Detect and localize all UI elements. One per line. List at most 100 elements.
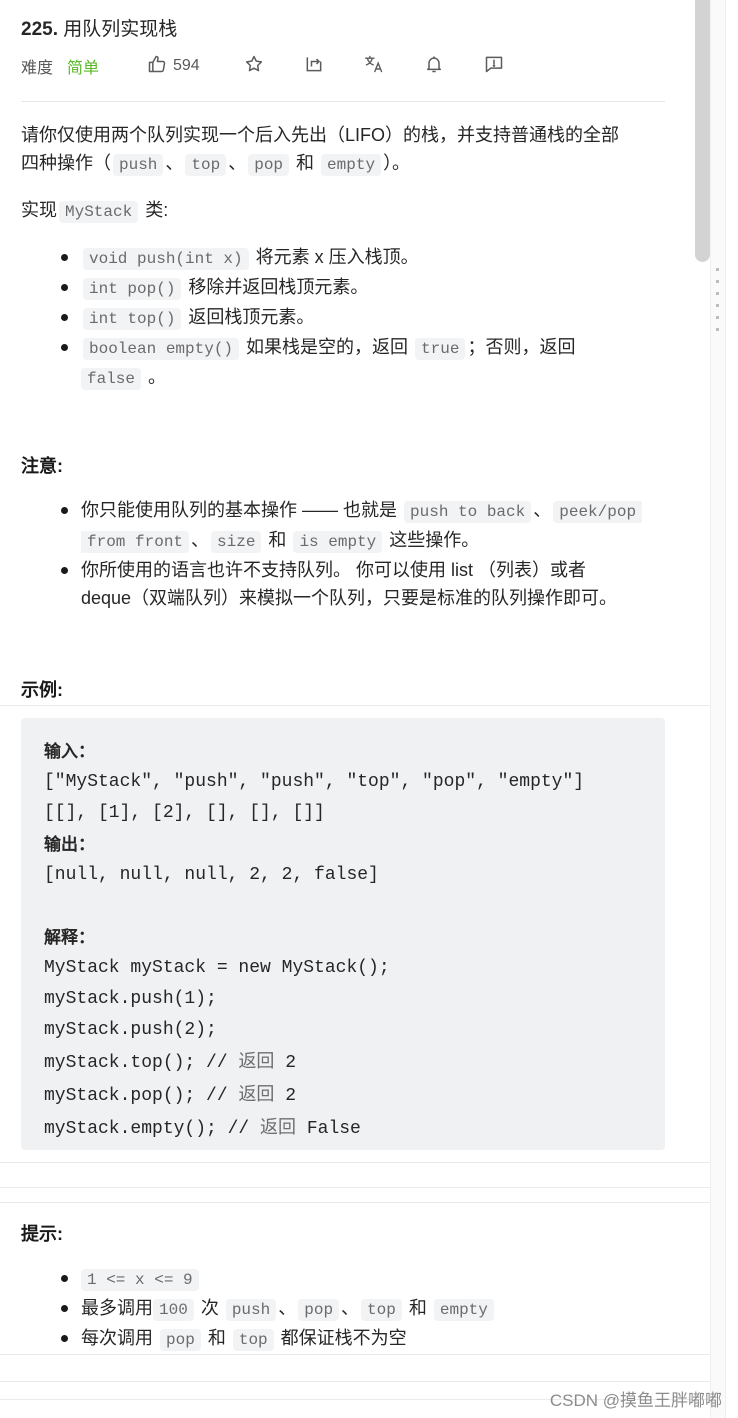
list-item: 最多调用 100 次 push、 pop、 top 和 empty	[21, 1294, 681, 1324]
section-divider	[0, 1381, 710, 1382]
intro-line-2: 四种操作（ push、 top、 pop 和 empty）。	[21, 149, 681, 179]
conjunction: 和	[291, 153, 320, 173]
input-label: 输入：	[44, 742, 95, 761]
section-divider	[0, 1162, 710, 1163]
inline-code: top	[232, 1329, 274, 1351]
code-line: myStack.empty(); // 返回 False	[44, 1112, 642, 1145]
list-item: boolean empty() 如果栈是空的，返回 true ；否则，返回 fals…	[21, 333, 621, 393]
section-divider	[0, 705, 710, 706]
method-list: void push(int x) 将元素 x 压入栈顶。 int pop() 移…	[21, 243, 621, 393]
list-item: int top() 返回栈顶元素。	[21, 303, 621, 333]
conjunction: 和	[263, 530, 292, 550]
problem-meta-bar: 难度 简单 594	[21, 54, 665, 78]
code-text: myStack.push(1);	[44, 989, 217, 1009]
code-line: myStack.push(2);	[44, 1015, 642, 1046]
list-item: void push(int x) 将元素 x 压入栈顶。	[21, 243, 621, 273]
output-label: 输出：	[44, 835, 95, 854]
intro-line-1: 请你仅使用两个队列实现一个后入先出（LIFO）的栈，并支持普通栈的全部	[21, 125, 620, 145]
code-comment: 返回	[238, 1084, 275, 1104]
section-divider	[0, 1354, 710, 1355]
separator: 、	[278, 1298, 297, 1318]
list-item-text: 返回栈顶元素。	[183, 307, 315, 327]
inline-code: pop	[298, 1299, 340, 1321]
like-button[interactable]: 594	[147, 54, 200, 78]
notes-heading: 注意:	[21, 456, 63, 476]
description-intro: 请你仅使用两个队列实现一个后入先出（LIFO）的栈，并支持普通栈的全部 四种操作…	[21, 121, 681, 179]
example-code-block: 输入： ["MyStack", "push", "push", "top", "…	[21, 718, 665, 1150]
inline-code: 100	[153, 1299, 194, 1321]
section-divider	[0, 1187, 710, 1188]
code-value: 2	[274, 1053, 297, 1073]
like-count: 594	[173, 57, 200, 74]
list-item: 你所使用的语言也许不支持队列。 你可以使用 list （列表）或者 deque（双…	[21, 556, 681, 612]
inline-code: int top()	[83, 308, 182, 330]
inline-code: true	[415, 338, 466, 360]
notes-list: 你只能使用队列的基本操作 —— 也就是 push to back 、 peek/po…	[21, 496, 681, 612]
watermark: CSDN @摸鱼王胖嘟嘟	[549, 1391, 722, 1410]
share-button[interactable]	[304, 54, 324, 78]
scrollbar-track[interactable]	[710, 0, 726, 1418]
code-text: myStack.empty(); //	[44, 1119, 261, 1139]
list-item: 1 <= x <= 9	[21, 1264, 681, 1294]
subscribe-button[interactable]	[424, 54, 444, 78]
scrollbar-thumb[interactable]	[695, 0, 710, 262]
code-text: myStack.pop(); //	[44, 1086, 239, 1106]
inline-code: push	[113, 154, 164, 176]
thumbs-up-icon	[147, 54, 167, 79]
inline-code: MyStack	[59, 201, 139, 223]
code-value: 2	[274, 1086, 297, 1106]
drag-handle-icon[interactable]	[716, 268, 720, 340]
favorite-button[interactable]	[244, 54, 264, 78]
example-heading: 示例:	[21, 680, 63, 700]
list-item-text: 移除并返回栈顶元素。	[183, 277, 369, 297]
conjunction: 和	[202, 1328, 231, 1348]
list-item: int pop() 移除并返回栈顶元素。	[21, 273, 621, 303]
intro-text: ）。	[383, 153, 411, 173]
inline-code: pop	[248, 154, 290, 176]
inline-code: empty	[433, 1299, 494, 1321]
code-comment: 返回	[238, 1051, 275, 1071]
inline-code: pop	[160, 1329, 201, 1351]
hints-heading: 提示:	[21, 1224, 63, 1244]
conjunction: 和	[403, 1298, 432, 1318]
page-title: 225. 用队列实现栈	[21, 14, 177, 41]
code-line: myStack.pop(); // 返回 2	[44, 1079, 642, 1112]
list-item-text: 都保证栈不为空	[275, 1328, 407, 1348]
inline-code: boolean empty()	[83, 338, 240, 360]
inline-code: push	[225, 1299, 277, 1321]
list-item-text: ；否则，返回	[467, 337, 576, 357]
list-item-text: 。	[143, 367, 167, 387]
input-line-1: ["MyStack", "push", "push", "top", "pop"…	[44, 772, 585, 792]
inline-code: push to back	[404, 501, 532, 523]
code-comment: 返回	[260, 1117, 297, 1137]
list-item-text: deque（双端队列）来模拟一个队列，只要是标准的队列操作即可。	[81, 588, 618, 608]
implement-line: 实现 MyStack 类:	[21, 196, 168, 226]
difficulty-label: 难度	[21, 60, 54, 77]
inline-code: top	[185, 154, 227, 176]
inline-code: peek/pop	[553, 501, 643, 523]
list-item-text: 将元素 x 压入栈顶。	[250, 247, 419, 267]
share-icon	[304, 54, 324, 79]
inline-code: 1 <= x <= 9	[81, 1269, 199, 1291]
input-line-2: [[], [1], [2], [], [], []]	[44, 803, 325, 823]
section-divider	[0, 1202, 710, 1203]
list-item-text: 每次调用	[81, 1328, 159, 1348]
list-item: 每次调用 pop 和 top 都保证栈不为空	[21, 1324, 681, 1354]
code-text: MyStack myStack = new MyStack();	[44, 958, 390, 978]
feedback-button[interactable]	[484, 54, 504, 78]
separator: 、	[191, 530, 210, 550]
list-item-text: 这些操作。	[384, 530, 480, 550]
separator: 、	[228, 153, 247, 173]
code-line: myStack.push(1);	[44, 984, 642, 1015]
separator: 、	[165, 153, 184, 173]
inline-code: int pop()	[83, 278, 182, 300]
explain-label: 解释：	[44, 928, 95, 947]
inline-code: from front	[81, 531, 190, 553]
translate-button[interactable]	[364, 54, 384, 78]
code-text: myStack.push(2);	[44, 1020, 217, 1040]
inline-code: false	[81, 368, 142, 390]
inline-code: top	[361, 1299, 402, 1321]
implement-text: 实现	[21, 200, 57, 220]
inline-code: empty	[321, 154, 382, 176]
list-item-text: 你只能使用队列的基本操作 —— 也就是	[81, 500, 403, 520]
